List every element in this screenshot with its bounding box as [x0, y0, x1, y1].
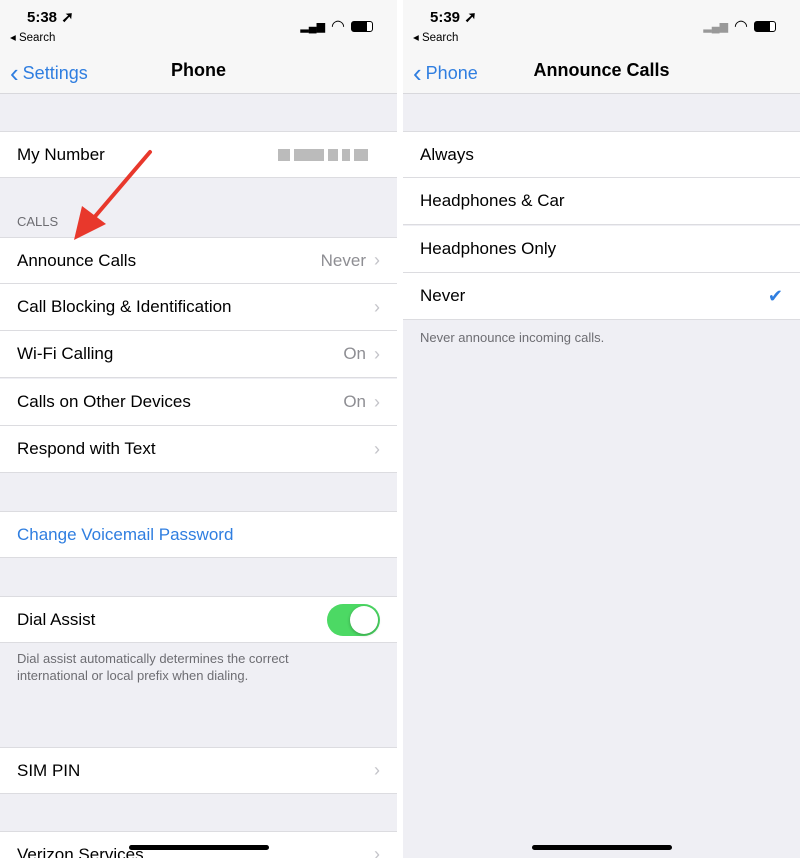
- option-headphones-only[interactable]: Headphones Only: [403, 226, 800, 273]
- home-indicator[interactable]: [531, 845, 672, 850]
- dial-assist-toggle[interactable]: [327, 603, 380, 636]
- signal-icon: ▂▄▆: [300, 20, 326, 33]
- row-announce-calls[interactable]: Announce Calls Never ›: [0, 237, 397, 284]
- battery-icon: [754, 20, 776, 32]
- chevron-right-icon: ›: [374, 844, 380, 858]
- option-never[interactable]: Never ✔: [403, 273, 800, 320]
- status-nav-bar: 5:39 ➚ ◂ Search ▂▄▆ ◠ ‹ Phone Announce Cal…: [403, 0, 800, 94]
- chevron-right-icon: ›: [374, 438, 380, 459]
- chevron-right-icon: ›: [374, 391, 380, 412]
- row-wifi-calling[interactable]: Wi-Fi Calling On ›: [0, 331, 397, 378]
- location-icon: ➚: [464, 9, 477, 26]
- chevron-right-icon: ›: [374, 343, 380, 364]
- row-call-blocking[interactable]: Call Blocking & Identification ›: [0, 284, 397, 331]
- annotation-arrow-icon: [74, 150, 152, 240]
- redacted-number: [278, 148, 368, 161]
- my-number-row: My Number: [0, 131, 397, 178]
- wifi-icon: ◠: [331, 18, 345, 35]
- phone-settings-screen: 5:38 ➚ ◂ Search ▂▄▆ ◠ ‹ Settings Phone My …: [0, 0, 397, 858]
- option-headphones-car[interactable]: Headphones & Car: [403, 178, 800, 225]
- checkmark-icon: ✔: [767, 285, 783, 306]
- row-calls-other-devices[interactable]: Calls on Other Devices On ›: [0, 379, 397, 426]
- page-title: Announce Calls: [533, 60, 670, 80]
- wifi-icon: ◠: [734, 18, 748, 35]
- status-nav-bar: 5:38 ➚ ◂ Search ▂▄▆ ◠ ‹ Settings Phone: [0, 0, 397, 94]
- location-icon: ➚: [61, 9, 74, 26]
- home-indicator[interactable]: [128, 845, 269, 850]
- chevron-right-icon: ›: [374, 250, 380, 270]
- option-footer: Never announce incoming calls.: [420, 330, 605, 345]
- dial-assist-footer: Dial assist automatically determines the…: [17, 651, 289, 683]
- change-voicemail-password[interactable]: Change Voicemail Password: [0, 511, 397, 558]
- back-to-search[interactable]: ◂ Search: [10, 30, 55, 44]
- announce-calls-screen: 5:39 ➚ ◂ Search ▂▄▆ ◠ ‹ Phone Announce Cal…: [403, 0, 800, 858]
- chevron-right-icon: ›: [374, 760, 380, 780]
- row-sim-pin[interactable]: SIM PIN ›: [0, 747, 397, 794]
- signal-icon: ▂▄▆: [703, 20, 729, 33]
- section-header-calls: CALLS: [17, 214, 59, 229]
- chevron-right-icon: ›: [374, 296, 380, 317]
- page-title: Phone: [170, 60, 226, 80]
- status-time: 5:39 ➚: [430, 9, 477, 26]
- status-time: 5:38 ➚: [27, 9, 74, 26]
- row-dial-assist: Dial Assist: [0, 596, 397, 643]
- battery-icon: [351, 20, 373, 32]
- row-respond-with-text[interactable]: Respond with Text ›: [0, 426, 397, 473]
- back-to-search[interactable]: ◂ Search: [413, 30, 458, 44]
- option-always[interactable]: Always: [403, 131, 800, 178]
